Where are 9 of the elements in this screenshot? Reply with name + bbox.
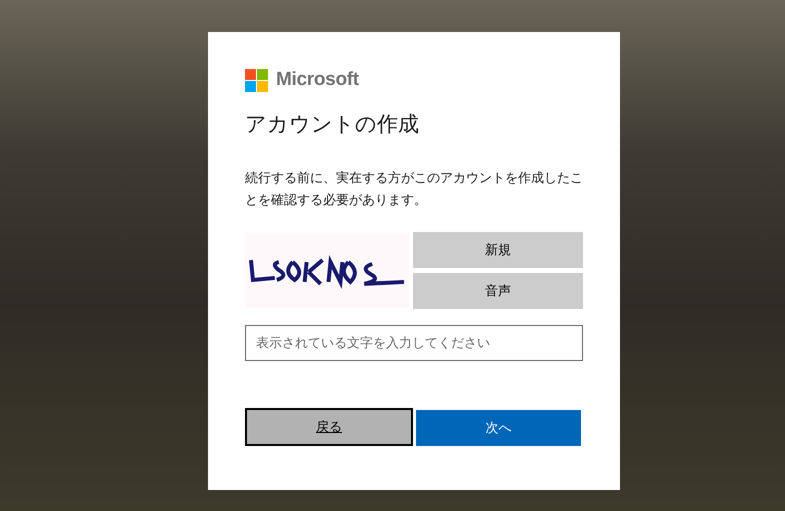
input-field[interactable]: 表示されている文字を入力してください bbox=[245, 325, 583, 361]
back-button[interactable]: 戻る bbox=[245, 408, 413, 446]
logo-icon bbox=[245, 68, 268, 92]
page-title: アカウントの作成 bbox=[245, 111, 420, 138]
captcha-button[interactable]: 新規 bbox=[413, 232, 583, 268]
logo-text: Microsoft bbox=[276, 69, 359, 91]
captcha-button[interactable]: 音声 bbox=[413, 273, 583, 309]
message-text: 続行する前に、実在する方がこのアカウントを作成したことを確認する必要があります。 bbox=[245, 170, 583, 210]
next-button[interactable]: 次へ bbox=[416, 410, 581, 446]
